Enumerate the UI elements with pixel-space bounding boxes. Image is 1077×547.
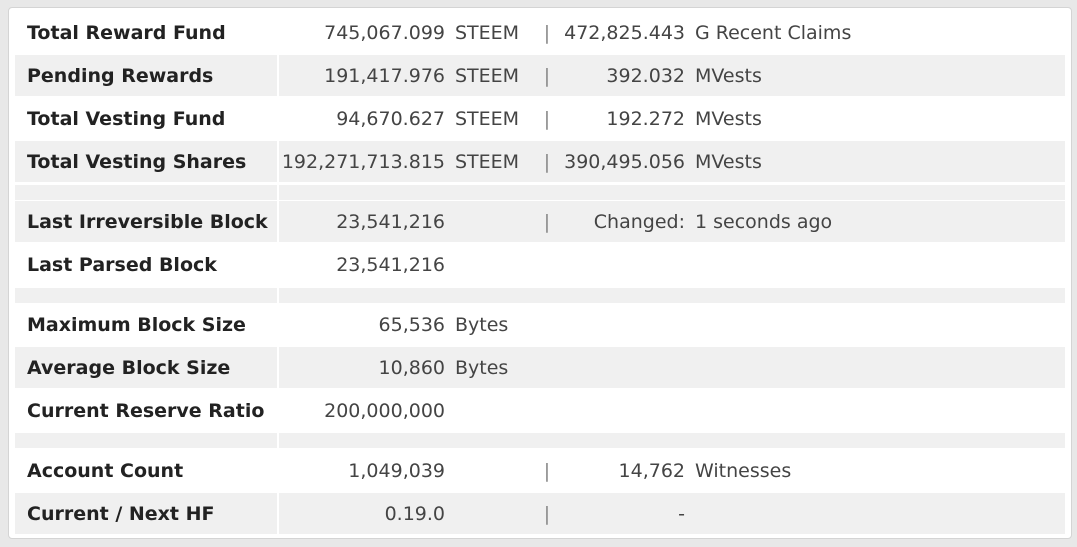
stat-label: Total Vesting Shares [15, 141, 279, 182]
stat-value: 23,541,216 [336, 210, 445, 233]
stat-value: 200,000,000 [324, 399, 445, 422]
stat-row-total-vesting-fund: Total Vesting Fund 94,670.627 STEEM | 19… [15, 98, 1065, 139]
stat-value: 191,417.976 [324, 64, 445, 87]
stat-row-maximum-block-size: Maximum Block Size 65,536 Bytes [15, 304, 1065, 345]
stat-unit: STEEM [455, 21, 520, 44]
stat-row-account-count: Account Count 1,049,039 | 14,762 Witness… [15, 450, 1065, 491]
stat-label: Account Count [15, 450, 279, 491]
stat-unit: STEEM [455, 150, 520, 173]
stat-unit: STEEM [455, 64, 520, 87]
stat-row-current-reserve-ratio: Current Reserve Ratio 200,000,000 [15, 390, 1065, 431]
stat-row-pending-rewards: Pending Rewards 191,417.976 STEEM | 392.… [15, 55, 1065, 96]
stat-secondary-unit: Witnesses [695, 459, 792, 482]
stat-label: Last Irreversible Block [15, 201, 279, 242]
stat-value: 0.19.0 [384, 502, 445, 525]
stat-secondary-unit: G Recent Claims [695, 21, 852, 44]
stat-value: 65,536 [378, 313, 445, 336]
stat-label: Total Reward Fund [15, 12, 279, 53]
stat-unit: Bytes [455, 356, 509, 379]
stat-secondary-value: 192.272 [606, 107, 685, 130]
stat-unit: STEEM [455, 107, 520, 130]
stat-row-total-reward-fund: Total Reward Fund 745,067.099 STEEM | 47… [15, 12, 1065, 53]
stat-secondary-value: 390,495.056 [564, 150, 685, 173]
separator: | [543, 502, 551, 525]
separator: | [543, 210, 551, 233]
stat-value: 10,860 [378, 356, 445, 379]
stat-row-last-parsed-block: Last Parsed Block 23,541,216 [15, 244, 1065, 285]
separator: | [543, 459, 551, 482]
stat-value: 1,049,039 [348, 459, 445, 482]
stat-unit: Bytes [455, 313, 509, 336]
section-divider [15, 288, 1065, 303]
stat-label: Current / Next HF [15, 493, 279, 534]
stat-secondary-value: 392.032 [606, 64, 685, 87]
stat-value: 192,271,713.815 [281, 150, 445, 173]
stat-label: Average Block Size [15, 347, 279, 388]
stat-label: Pending Rewards [15, 55, 279, 96]
stat-row-current-next-hf: Current / Next HF 0.19.0 | - [15, 493, 1065, 534]
stat-row-total-vesting-shares: Total Vesting Shares 192,271,713.815 STE… [15, 141, 1065, 182]
stat-row-average-block-size: Average Block Size 10,860 Bytes [15, 347, 1065, 388]
stat-label: Current Reserve Ratio [15, 390, 279, 431]
stat-value: 23,541,216 [336, 253, 445, 276]
chain-stats-panel: Total Reward Fund 745,067.099 STEEM | 47… [8, 7, 1072, 539]
stat-label: Total Vesting Fund [15, 98, 279, 139]
section-divider [15, 185, 1065, 200]
separator: | [543, 64, 551, 87]
separator: | [543, 150, 551, 173]
stat-secondary-value: 14,762 [618, 459, 685, 482]
stat-row-last-irreversible-block: Last Irreversible Block 23,541,216 | Cha… [15, 201, 1065, 242]
stat-secondary-unit: MVests [695, 64, 762, 87]
stat-secondary-value: - [678, 502, 685, 525]
separator: | [543, 21, 551, 44]
stat-value: 745,067.099 [324, 21, 445, 44]
separator: | [543, 107, 551, 130]
stat-secondary-unit: MVests [695, 150, 762, 173]
stat-secondary-value: 472,825.443 [564, 21, 685, 44]
stat-label: Maximum Block Size [15, 304, 279, 345]
stat-value: 94,670.627 [336, 107, 445, 130]
stat-label: Last Parsed Block [15, 244, 279, 285]
stat-secondary-value: Changed: [593, 210, 685, 233]
stat-secondary-unit: 1 seconds ago [695, 210, 833, 233]
section-divider [15, 433, 1065, 448]
stat-secondary-unit: MVests [695, 107, 762, 130]
